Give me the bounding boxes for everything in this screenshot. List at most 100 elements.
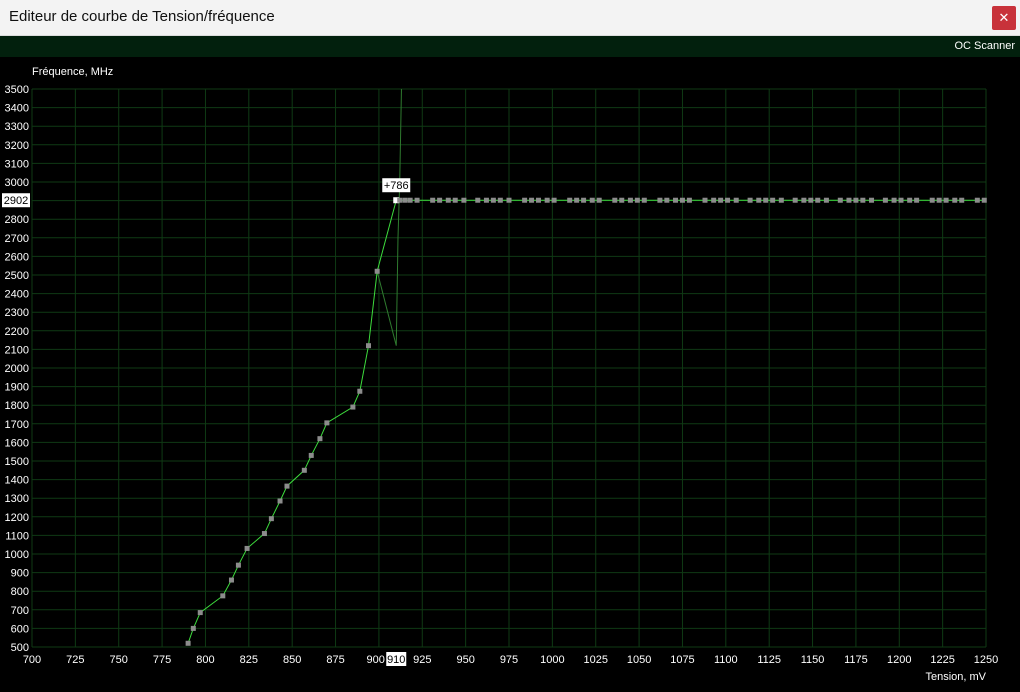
y-tick-label: 2800 xyxy=(5,214,29,226)
curve-point[interactable] xyxy=(414,197,420,203)
curve-point[interactable] xyxy=(801,197,807,203)
curve-point[interactable] xyxy=(277,498,283,504)
curve-point[interactable] xyxy=(641,197,647,203)
curve-point[interactable] xyxy=(725,197,731,203)
x-tick-label: 725 xyxy=(66,654,84,666)
curve-point[interactable] xyxy=(475,197,481,203)
curve-point[interactable] xyxy=(483,197,489,203)
curve-point[interactable] xyxy=(284,483,290,489)
curve-point[interactable] xyxy=(808,197,814,203)
curve-point[interactable] xyxy=(452,197,458,203)
curve-point[interactable] xyxy=(837,197,843,203)
curve-point[interactable] xyxy=(756,197,762,203)
curve-point[interactable] xyxy=(268,516,274,522)
curve-point[interactable] xyxy=(261,531,267,537)
curve-point[interactable] xyxy=(657,197,663,203)
curve-point[interactable] xyxy=(733,197,739,203)
curve-point[interactable] xyxy=(673,197,679,203)
curve-point[interactable] xyxy=(244,545,250,551)
x-tick-label: 875 xyxy=(326,654,344,666)
curve-point[interactable] xyxy=(497,197,503,203)
curve-point[interactable] xyxy=(770,197,776,203)
curve-point[interactable] xyxy=(529,197,535,203)
curve-point[interactable] xyxy=(589,197,595,203)
y-tick-label: 1800 xyxy=(5,400,29,412)
curve-point[interactable] xyxy=(634,197,640,203)
curve-point[interactable] xyxy=(711,197,717,203)
curve-point[interactable] xyxy=(612,197,618,203)
curve-point[interactable] xyxy=(952,197,958,203)
curve-point[interactable] xyxy=(308,452,314,458)
curve-point[interactable] xyxy=(596,197,602,203)
curve-point[interactable] xyxy=(959,197,965,203)
curve-point[interactable] xyxy=(567,197,573,203)
y-tick-label: 1900 xyxy=(5,382,29,394)
curve-point[interactable] xyxy=(581,197,587,203)
curve-point[interactable] xyxy=(445,197,451,203)
curve-point[interactable] xyxy=(686,197,692,203)
curve-point[interactable] xyxy=(815,197,821,203)
curve-point[interactable] xyxy=(882,197,888,203)
curve-point[interactable] xyxy=(190,625,196,631)
curve-point[interactable] xyxy=(718,197,724,203)
close-button[interactable]: ✕ xyxy=(992,6,1016,30)
curve-point[interactable] xyxy=(627,197,633,203)
curve-point[interactable] xyxy=(430,197,436,203)
curve-point[interactable] xyxy=(397,197,403,203)
curve-point[interactable] xyxy=(301,467,307,473)
curve-point[interactable] xyxy=(490,197,496,203)
curve-point[interactable] xyxy=(869,197,875,203)
curve-point[interactable] xyxy=(350,404,356,410)
curve-point[interactable] xyxy=(220,593,226,599)
curve-point[interactable] xyxy=(747,197,753,203)
curve-point[interactable] xyxy=(943,197,949,203)
curve-editor-plot[interactable]: Fréquence, MHz Tension, mV 700 725 750 775 8… xyxy=(0,57,1020,687)
curve-point[interactable] xyxy=(506,197,512,203)
window-title: Editeur de courbe de Tension/fréquence xyxy=(9,8,275,25)
curve-point[interactable] xyxy=(702,197,708,203)
curve-point[interactable] xyxy=(317,436,323,442)
oc-scanner-button[interactable]: OC Scanner xyxy=(954,40,1015,52)
curve-point[interactable] xyxy=(778,197,784,203)
curve-point[interactable] xyxy=(914,197,920,203)
x-tick-label: 1150 xyxy=(801,654,825,666)
curve-point[interactable] xyxy=(792,197,798,203)
curve-point[interactable] xyxy=(574,197,580,203)
curve-point[interactable] xyxy=(235,562,241,568)
curve-point[interactable] xyxy=(374,268,380,274)
curve-point[interactable] xyxy=(981,197,987,203)
voltage-frequency-chart[interactable]: Fréquence, MHz Tension, mV 700 725 750 775 8… xyxy=(0,57,1020,687)
curve-point[interactable] xyxy=(664,197,670,203)
curve-point[interactable] xyxy=(891,197,897,203)
curve-point[interactable] xyxy=(898,197,904,203)
curve-point[interactable] xyxy=(522,197,528,203)
curve-point[interactable] xyxy=(860,197,866,203)
curve-point[interactable] xyxy=(619,197,625,203)
curve-point[interactable] xyxy=(324,420,330,426)
curve-point[interactable] xyxy=(366,343,372,349)
curve-point[interactable] xyxy=(185,640,191,646)
curve-point[interactable] xyxy=(763,197,769,203)
curve-point[interactable] xyxy=(846,197,852,203)
y-tick-label: 1500 xyxy=(5,456,29,468)
curve-point[interactable] xyxy=(907,197,913,203)
curve-point[interactable] xyxy=(402,197,408,203)
x-tick-label: 750 xyxy=(110,654,128,666)
curve-point[interactable] xyxy=(551,197,557,203)
curve-point[interactable] xyxy=(823,197,829,203)
curve-point[interactable] xyxy=(535,197,541,203)
curve-point[interactable] xyxy=(929,197,935,203)
curve-point[interactable] xyxy=(407,197,413,203)
curve-point[interactable] xyxy=(544,197,550,203)
curve-point[interactable] xyxy=(679,197,685,203)
curve-point[interactable] xyxy=(974,197,980,203)
curve-point[interactable] xyxy=(437,197,443,203)
curve-point[interactable] xyxy=(197,610,203,616)
curve-point[interactable] xyxy=(357,388,363,394)
curve-point[interactable] xyxy=(461,197,467,203)
curve-points[interactable] xyxy=(185,197,987,646)
curve-point[interactable] xyxy=(936,197,942,203)
curve-point[interactable] xyxy=(853,197,859,203)
x-axis-label: Tension, mV xyxy=(925,671,986,683)
curve-point[interactable] xyxy=(228,577,234,583)
